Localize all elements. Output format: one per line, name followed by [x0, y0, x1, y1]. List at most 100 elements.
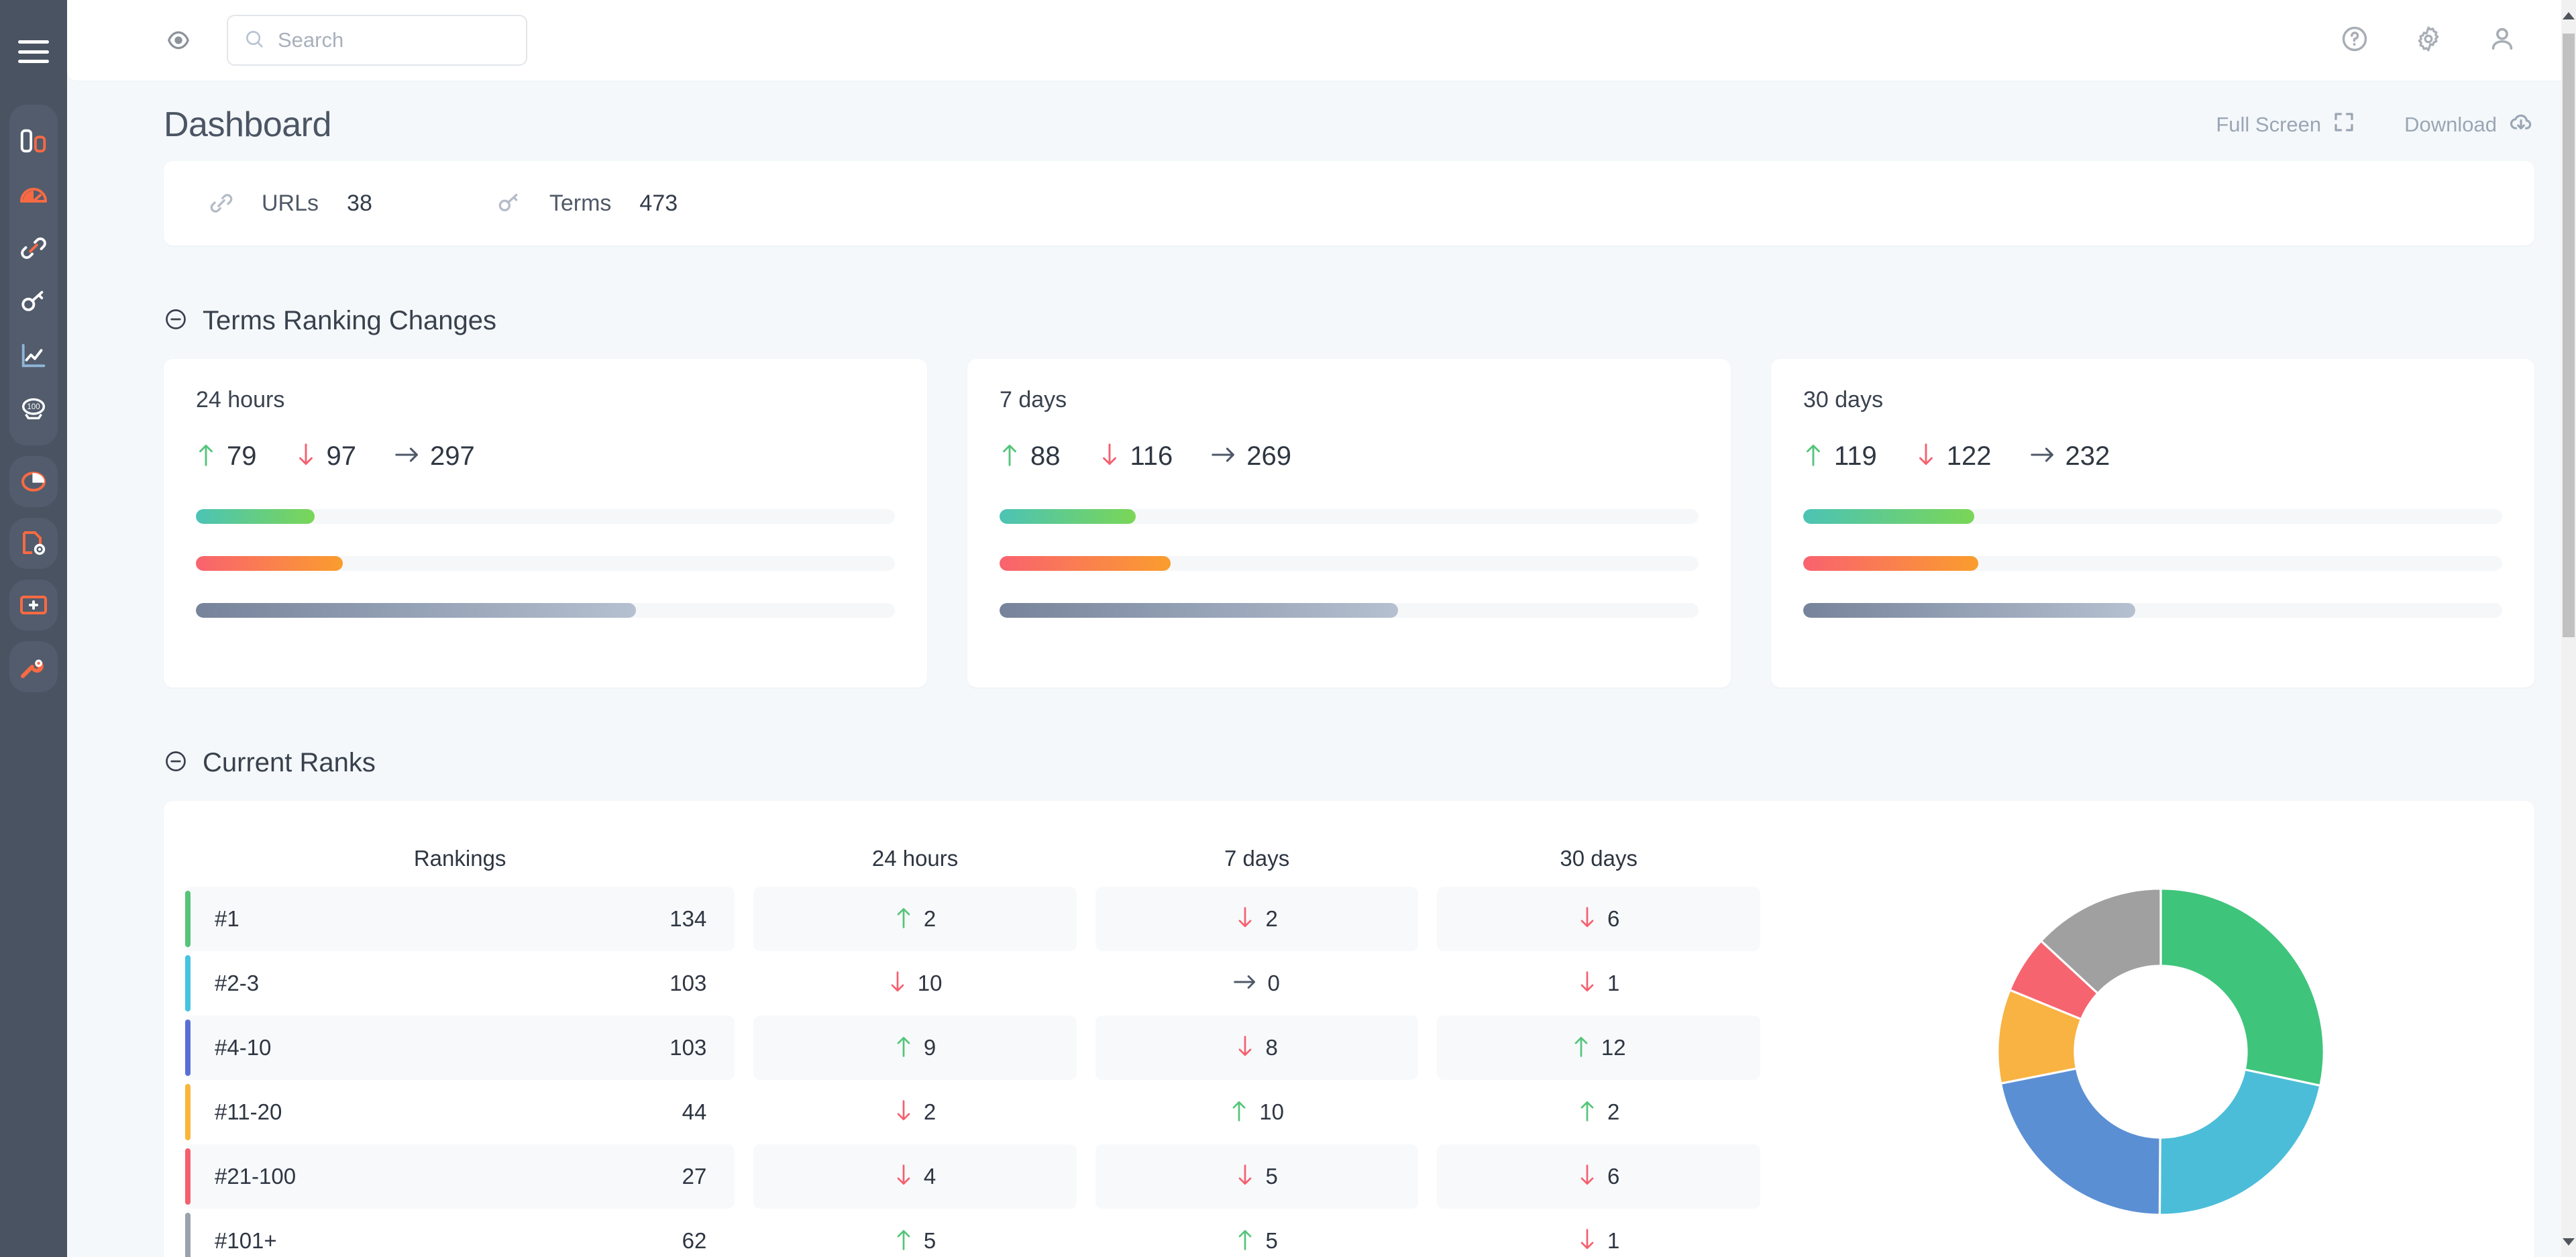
hamburger-bar [18, 40, 49, 44]
cloud-download-icon [2508, 109, 2534, 141]
cell-30-days: 6 [1437, 1144, 1761, 1209]
cell-value: 6 [1607, 906, 1620, 931]
table-row[interactable]: #11-20 44 2 10 2 [185, 1080, 1760, 1144]
delta-value: 232 [2065, 441, 2110, 471]
stat-label: Terms [549, 190, 612, 216]
arrow-down-icon [296, 443, 316, 470]
delta-value: 79 [227, 441, 257, 471]
delta-same: 297 [395, 441, 475, 472]
cell-value: 10 [917, 971, 943, 995]
donut-slice[interactable] [2158, 1068, 2322, 1216]
rank-count: 134 [669, 906, 707, 931]
rank-card-30d: 30 days 119 122 232 [1771, 359, 2534, 688]
bar-fill [1000, 603, 1398, 618]
search-icon [243, 28, 266, 54]
rank-count: 62 [682, 1228, 707, 1253]
full-screen-button[interactable]: Full Screen [2216, 110, 2356, 140]
column-header-7d: 7 days [1224, 846, 1290, 871]
chart-line-icon [18, 340, 49, 371]
bar-track-up [196, 509, 895, 524]
link-icon [208, 190, 247, 217]
full-screen-label: Full Screen [2216, 113, 2322, 136]
sidebar-item-urls[interactable] [9, 221, 58, 275]
download-button[interactable]: Download [2404, 109, 2534, 141]
rank-card-bars [1000, 509, 1699, 618]
sidebar-item-dashboard[interactable] [9, 168, 58, 221]
cell-30-days: 1 [1437, 1209, 1760, 1257]
search-input[interactable] [278, 28, 545, 52]
caret-up-icon [2563, 11, 2575, 19]
help-button[interactable] [2332, 17, 2377, 63]
delta-same: 232 [2030, 441, 2110, 472]
table-row[interactable]: #2-3 103 10 0 1 [185, 951, 1760, 1016]
cell-24-hours: 2 [753, 1080, 1077, 1144]
page-header: Dashboard Full Screen Download [67, 80, 2576, 161]
scrollbar-thumb[interactable] [2563, 34, 2575, 637]
sidebar-item-projects[interactable] [9, 114, 58, 168]
scroll-down-button[interactable] [2561, 1226, 2576, 1257]
cell-7-days: 5 [1095, 1209, 1419, 1257]
main-area: Dashboard Full Screen Download [67, 0, 2576, 1257]
table-row[interactable]: #21-100 27 4 5 6 [185, 1144, 1761, 1209]
bar-fill [196, 509, 315, 524]
cell-7-days: 2 [1095, 887, 1419, 951]
account-button[interactable] [2479, 17, 2525, 63]
minus-circle-icon[interactable] [164, 749, 188, 777]
sidebar-item-document-settings[interactable] [9, 518, 58, 569]
table-row[interactable]: #1 134 2 2 6 [185, 887, 1761, 951]
rank-accent-bar [185, 1084, 191, 1140]
column-header-24h: 24 hours [871, 846, 959, 871]
cell-value: 8 [1265, 1035, 1278, 1060]
hamburger-icon[interactable] [18, 40, 49, 63]
table-row[interactable]: #4-10 103 9 8 12 [185, 1016, 1761, 1080]
rank-card-deltas: 79 97 297 [196, 441, 895, 472]
bar-fill [1000, 509, 1136, 524]
rank-card-title: 30 days [1803, 387, 1884, 413]
eye-icon[interactable] [160, 21, 197, 59]
cell-value: 9 [923, 1035, 936, 1060]
donut-slice[interactable] [1999, 1067, 2161, 1216]
settings-button[interactable] [2406, 17, 2451, 63]
terms-ranking-section-header[interactable]: Terms Ranking Changes [164, 306, 2534, 336]
stat-value: 473 [639, 190, 678, 216]
sidebar: 100 [0, 0, 67, 1257]
current-ranks-section-header[interactable]: Current Ranks [164, 748, 2534, 778]
rank-card-bars [196, 509, 895, 618]
arrow-up-icon [1230, 1100, 1248, 1125]
page-scrollbar[interactable] [2561, 0, 2576, 1257]
user-icon [2487, 23, 2518, 58]
sidebar-item-analytics[interactable] [9, 329, 58, 382]
current-ranks-table: Rankings 24 hours 7 days 30 days #1 134 2 2… [164, 830, 1761, 1257]
arrow-down-icon [1578, 1164, 1597, 1189]
sidebar-item-tools[interactable] [9, 641, 58, 692]
stat-terms: Terms 473 [496, 190, 678, 217]
arrow-up-icon [1000, 443, 1020, 470]
arrow-up-icon [1803, 443, 1823, 470]
rank-count: 27 [682, 1164, 707, 1189]
section-title: Current Ranks [203, 748, 376, 777]
search-box[interactable] [227, 15, 545, 66]
svg-text:100: 100 [27, 403, 40, 411]
minus-circle-icon[interactable] [164, 307, 188, 335]
sidebar-item-add[interactable] [9, 580, 58, 631]
donut-slice[interactable] [2159, 887, 2325, 1087]
scroll-up-button[interactable] [2561, 0, 2576, 31]
sidebar-item-reports[interactable] [9, 456, 58, 507]
cell-value: 10 [1259, 1099, 1285, 1124]
file-gear-icon [17, 527, 50, 559]
sidebar-item-terms[interactable] [9, 275, 58, 329]
stat-value: 38 [347, 190, 372, 216]
cell-7-days: 5 [1095, 1144, 1419, 1209]
sidebar-item-top100[interactable]: 100 [9, 382, 58, 436]
rank-card-7d: 7 days 88 116 269 [967, 359, 1731, 688]
cell-value: 5 [923, 1228, 936, 1253]
arrow-down-icon [1236, 1035, 1254, 1060]
cell-30-days: 1 [1437, 951, 1760, 1016]
table-row[interactable]: #101+ 62 5 5 1 [185, 1209, 1760, 1257]
delta-value: 116 [1130, 441, 1173, 471]
bar-fill [196, 603, 637, 618]
cell-24-hours: 2 [753, 887, 1077, 951]
delta-up: 79 [196, 441, 257, 472]
cell-7-days: 0 [1095, 951, 1419, 1016]
cell-value: 2 [923, 906, 936, 931]
